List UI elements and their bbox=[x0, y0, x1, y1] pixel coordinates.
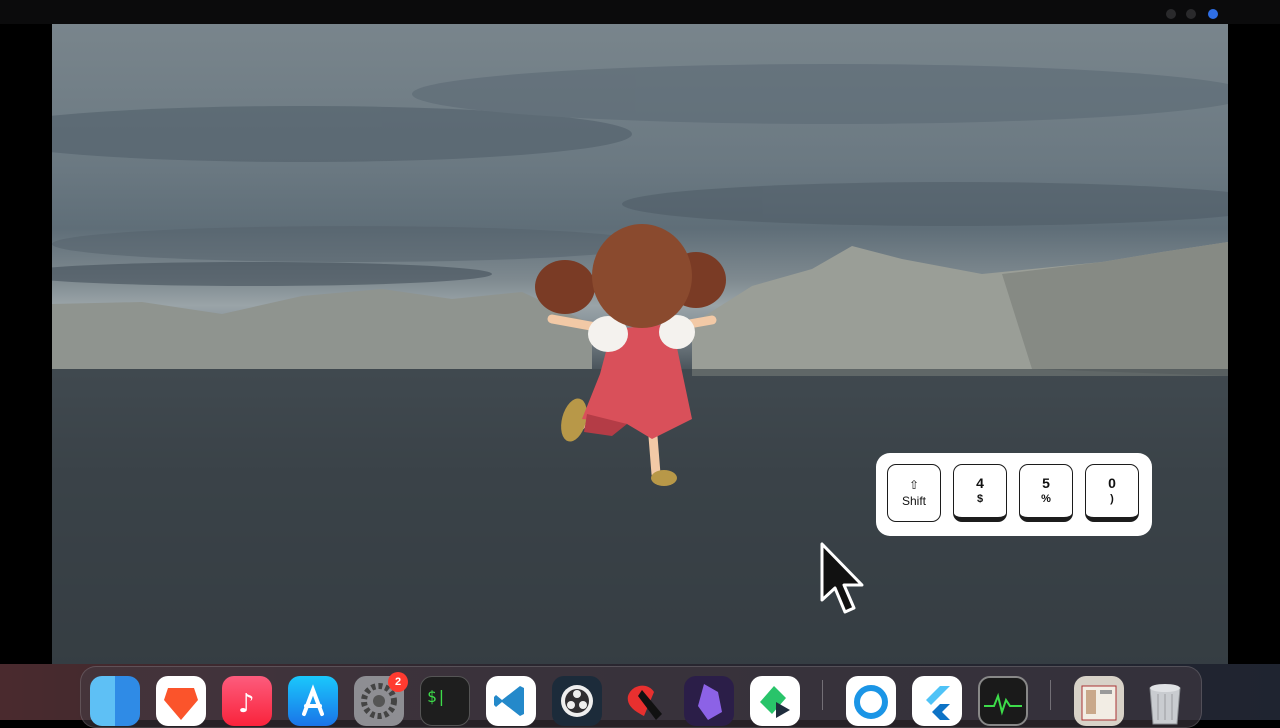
mountains-left bbox=[52, 289, 592, 369]
document-viewer-icon[interactable] bbox=[1074, 676, 1124, 726]
obsidian-icon[interactable] bbox=[684, 676, 734, 726]
trash-icon[interactable] bbox=[1140, 676, 1190, 726]
app-green-play-icon[interactable] bbox=[750, 676, 800, 726]
key-bottom: ) bbox=[1110, 493, 1114, 505]
brave-browser-icon[interactable] bbox=[156, 676, 206, 726]
vscode-icon[interactable] bbox=[486, 676, 536, 726]
keystroke-overlay: ⇧ Shift 4 $ 5 % 0 ) bbox=[876, 453, 1152, 536]
window-titlebar bbox=[0, 0, 1280, 24]
game-viewport[interactable] bbox=[52, 24, 1228, 664]
mouse-cursor-icon bbox=[820, 542, 864, 614]
finder-icon[interactable] bbox=[90, 676, 140, 726]
window-control-icon[interactable] bbox=[1186, 9, 1196, 19]
app-store-icon[interactable] bbox=[288, 676, 338, 726]
window-title bbox=[580, 4, 700, 20]
key-bottom: % bbox=[1041, 493, 1051, 505]
key-label: Shift bbox=[901, 494, 926, 508]
key-4: 4 $ bbox=[953, 464, 1007, 522]
window-control-icon[interactable] bbox=[1166, 9, 1176, 19]
shift-arrow-icon: ⇧ bbox=[908, 478, 920, 492]
key-top: 5 bbox=[1042, 475, 1050, 491]
key-bottom: $ bbox=[976, 493, 984, 505]
music-icon[interactable]: ♪ bbox=[222, 676, 272, 726]
window-control-active-icon[interactable] bbox=[1208, 9, 1218, 19]
notification-badge: 2 bbox=[388, 672, 408, 692]
app-red-icon[interactable] bbox=[618, 676, 668, 726]
key-top: 0 bbox=[1108, 475, 1116, 491]
key-5: 5 % bbox=[1019, 464, 1073, 522]
flutter-icon[interactable] bbox=[912, 676, 962, 726]
dock-separator bbox=[822, 680, 823, 710]
key-0: 0 ) bbox=[1085, 464, 1139, 522]
terminal-prompt: $| bbox=[427, 687, 447, 706]
key-top: 4 bbox=[976, 475, 984, 491]
game-scene bbox=[52, 64, 1228, 664]
activity-monitor-icon[interactable] bbox=[978, 676, 1028, 726]
svg-text:♪: ♪ bbox=[238, 689, 255, 719]
obs-icon[interactable] bbox=[552, 676, 602, 726]
app-blue-ring-icon[interactable] bbox=[846, 676, 896, 726]
key-shift: ⇧ Shift bbox=[887, 464, 941, 522]
dock-separator bbox=[1050, 680, 1051, 710]
terminal-icon[interactable]: $| bbox=[420, 676, 470, 726]
